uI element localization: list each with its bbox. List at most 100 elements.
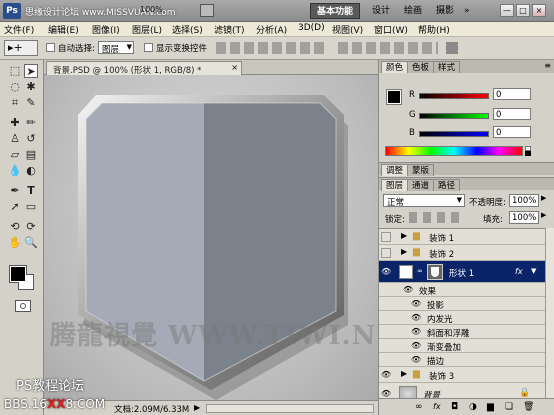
blend-mode-dropdown[interactable]: 正常 ▼ <box>383 194 465 208</box>
effects-header-row[interactable]: 👁 效果 <box>379 283 545 297</box>
path-select-icon[interactable]: ➚ <box>8 200 22 214</box>
menu-view[interactable]: 视图(V) <box>332 23 363 36</box>
trash-icon[interactable]: 🗑 <box>523 402 534 412</box>
show-transform-checkbox[interactable] <box>144 43 153 52</box>
align-buttons[interactable] <box>216 42 328 54</box>
workspace-design-button[interactable]: 设计 <box>366 3 396 19</box>
fill-input[interactable]: 100% <box>509 211 539 224</box>
layers-scrollbar[interactable] <box>545 228 554 398</box>
eye-icon[interactable]: 👁 <box>381 389 391 398</box>
tab-paths[interactable]: 路径 <box>433 179 461 191</box>
layer-row-shape-1[interactable]: 👁 ∞ 形状 1 fx ▼ <box>379 261 545 283</box>
pen-tool-icon[interactable]: ✒ <box>8 184 22 198</box>
add-style-icon[interactable]: fx <box>433 402 441 411</box>
effect-row-drop-shadow[interactable]: 👁 投影 <box>379 297 545 311</box>
effect-row-bevel[interactable]: 👁 斜面和浮雕 <box>379 325 545 339</box>
3d-rotate-icon[interactable]: ⟲ <box>8 220 22 234</box>
opacity-input[interactable]: 100% <box>509 194 539 207</box>
visibility-toggle[interactable] <box>381 248 391 258</box>
zoom-display[interactable]: 100% <box>140 5 163 14</box>
channel-g-input[interactable]: 0 <box>493 108 531 120</box>
auto-align-button[interactable] <box>446 42 458 54</box>
effect-row-gradient-overlay[interactable]: 👁 渐变叠加 <box>379 339 545 353</box>
panel-menu-icon[interactable]: ≡ <box>544 61 551 70</box>
marquee-tool-icon[interactable]: ⬚ <box>8 64 22 78</box>
add-mask-icon[interactable]: ◘ <box>451 402 458 412</box>
new-layer-icon[interactable]: ❏ <box>505 402 513 412</box>
visibility-toggle[interactable] <box>381 232 391 242</box>
shape-tool-icon[interactable]: ▭ <box>24 200 38 214</box>
blur-tool-icon[interactable]: 💧 <box>8 164 22 178</box>
expand-triangle-icon[interactable]: ▶ <box>401 369 407 378</box>
lock-buttons[interactable] <box>409 212 465 223</box>
history-brush-icon[interactable]: ↺ <box>24 132 38 146</box>
eye-icon[interactable]: 👁 <box>411 299 421 309</box>
magic-wand-icon[interactable]: ✱ <box>24 80 38 94</box>
menu-3d[interactable]: 3D(D) <box>298 23 325 33</box>
more-workspaces-icon[interactable]: » <box>464 6 470 16</box>
horizontal-scrollbar[interactable] <box>206 404 374 413</box>
foreground-color-swatch-top[interactable] <box>10 266 26 282</box>
3d-orbit-icon[interactable]: ⟳ <box>24 220 38 234</box>
healing-brush-icon[interactable]: ✚ <box>8 116 22 130</box>
document-canvas[interactable]: 腾龍視覺 WWW.TIWI.NET PS教程论坛 <box>16 75 417 400</box>
menu-image[interactable]: 图像(I) <box>92 23 120 36</box>
tab-styles[interactable]: 样式 <box>433 61 461 73</box>
menu-file[interactable]: 文件(F) <box>4 23 34 36</box>
tab-adjust[interactable]: 调整 <box>381 164 409 176</box>
tab-channels[interactable]: 通道 <box>407 179 435 191</box>
menu-filter[interactable]: 滤镜(T) <box>214 23 245 36</box>
layer-row-group-1[interactable]: ▶ ▆ 装饰 1 <box>379 229 545 245</box>
adjustment-layer-icon[interactable]: ◑ <box>469 402 477 412</box>
eraser-tool-icon[interactable]: ▱ <box>8 148 22 162</box>
channel-b-slider[interactable] <box>419 131 489 137</box>
distribute-buttons[interactable] <box>338 42 438 54</box>
slice-tool-icon[interactable]: ✎ <box>24 96 38 110</box>
workspace-paint-button[interactable]: 绘画 <box>398 3 428 19</box>
lasso-tool-icon[interactable]: ◌ <box>8 80 22 94</box>
link-layers-icon[interactable]: ∞ <box>415 402 423 412</box>
menu-analysis[interactable]: 分析(A) <box>256 23 287 36</box>
workspace-photo-button[interactable]: 摄影 <box>430 3 460 19</box>
clone-stamp-icon[interactable]: ♙ <box>8 132 22 146</box>
channel-b-input[interactable]: 0 <box>493 126 531 138</box>
crop-tool-icon[interactable]: ⌗ <box>8 96 22 110</box>
dodge-tool-icon[interactable]: ◐ <box>24 164 38 178</box>
layer-row-group-3[interactable]: 👁 ▶ ▆ 装饰 3 <box>379 367 545 383</box>
eye-icon[interactable]: 👁 <box>411 355 421 365</box>
fx-badge[interactable]: fx <box>515 267 523 276</box>
close-button[interactable]: × <box>532 4 546 17</box>
color-spectrum-bar[interactable] <box>385 146 523 156</box>
opacity-arrow-icon[interactable]: ▶ <box>541 194 546 202</box>
color-fg-swatch[interactable] <box>386 89 402 105</box>
auto-select-checkbox[interactable] <box>46 43 55 52</box>
close-tab-icon[interactable]: × <box>231 63 238 72</box>
layer-row-background[interactable]: 👁 背景 🔒 <box>379 383 545 398</box>
new-group-icon[interactable]: ▆ <box>487 402 494 412</box>
effect-row-inner-glow[interactable]: 👁 内发光 <box>379 311 545 325</box>
minimize-button[interactable]: — <box>500 4 514 17</box>
tool-preset-picker[interactable]: ▸+ <box>4 40 38 56</box>
eye-icon[interactable]: 👁 <box>381 370 391 380</box>
collapse-triangle-icon[interactable]: ▼ <box>531 267 536 275</box>
tab-color[interactable]: 颜色 <box>381 61 409 73</box>
menu-edit[interactable]: 编辑(E) <box>48 23 79 36</box>
expand-triangle-icon[interactable]: ▶ <box>401 247 407 256</box>
tab-swatches[interactable]: 色板 <box>407 61 435 73</box>
quick-mask-icon[interactable] <box>15 300 31 312</box>
effect-row-stroke[interactable]: 👁 描边 <box>379 353 545 367</box>
menu-window[interactable]: 窗口(W) <box>374 23 408 36</box>
menu-layer[interactable]: 图层(L) <box>132 23 162 36</box>
type-tool-icon[interactable]: T <box>24 184 38 198</box>
eye-icon[interactable]: 👁 <box>403 285 413 295</box>
eye-icon[interactable]: 👁 <box>411 341 421 351</box>
channel-r-slider[interactable] <box>419 93 489 99</box>
status-arrow-icon[interactable]: ▶ <box>194 403 200 412</box>
document-tab[interactable]: 背景.PSD @ 100% (形状 1, RGB/8) * × <box>46 61 242 76</box>
brush-tool-icon[interactable]: ✏ <box>24 116 38 130</box>
gradient-tool-icon[interactable]: ▤ <box>24 148 38 162</box>
channel-g-slider[interactable] <box>419 113 489 119</box>
channel-r-input[interactable]: 0 <box>493 88 531 100</box>
zoom-tool-icon[interactable]: 🔍 <box>24 236 38 250</box>
auto-select-dropdown[interactable]: 图层 ▼ <box>98 41 134 55</box>
